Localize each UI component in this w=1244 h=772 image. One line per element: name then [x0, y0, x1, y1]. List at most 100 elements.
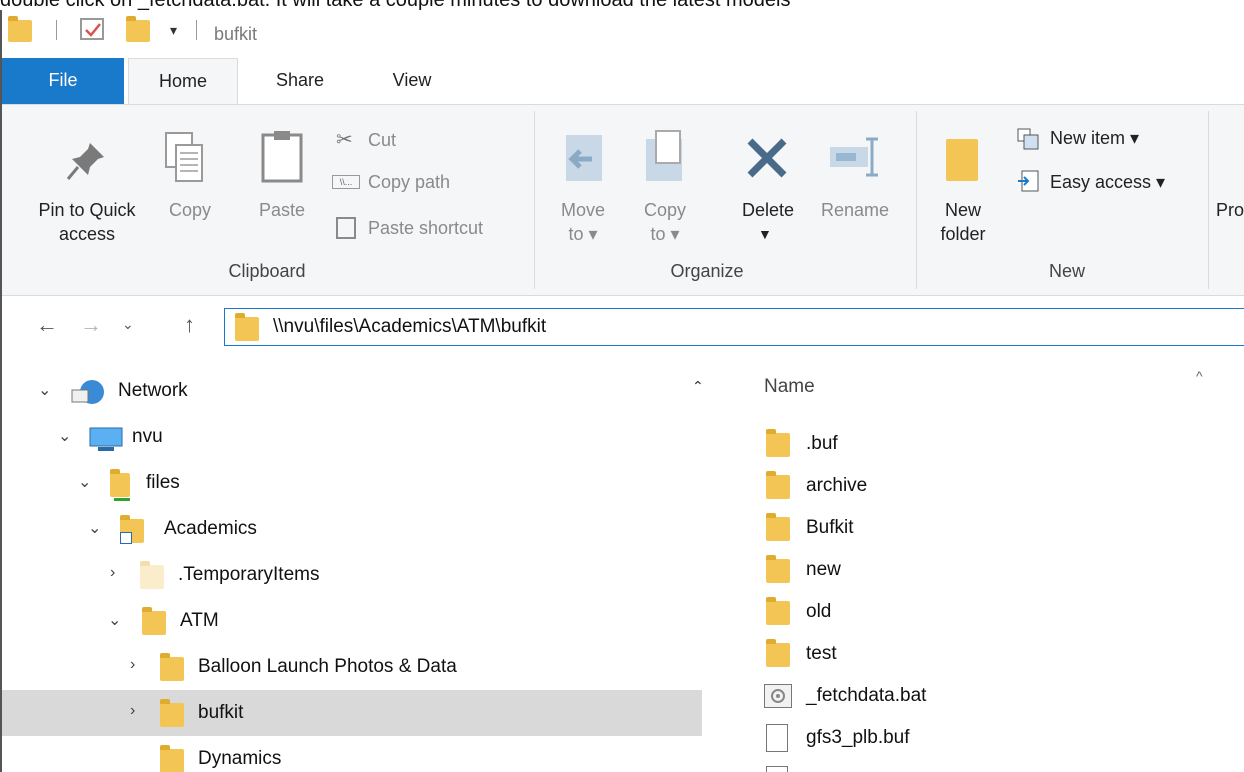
- properties-icon[interactable]: [80, 18, 104, 40]
- file-name: _fetchdata.bat: [806, 685, 927, 706]
- ribbon-tabs: File Home Share View: [2, 58, 1244, 104]
- navigation-pane: ⌃ ⌄ Network ⌄ nvu ⌄ files ⌄ Academics › …: [2, 356, 714, 772]
- address-row: ← → ⌄ ↑ \\nvu\files\Academics\ATM\bufkit: [2, 298, 1244, 356]
- hidden-folder-icon: [140, 561, 164, 589]
- tab-share[interactable]: Share: [260, 58, 340, 104]
- up-arrow-icon[interactable]: ↑: [184, 312, 195, 338]
- file-row[interactable]: _fetchdata.bat: [760, 676, 1240, 718]
- cut-label: Cut: [368, 130, 397, 150]
- folder-icon: [766, 597, 790, 625]
- chevron-down-icon[interactable]: ⌄: [88, 518, 101, 538]
- group-label-organize: Organize: [670, 261, 744, 281]
- pin-icon: [66, 143, 104, 180]
- tree-item-atm[interactable]: ⌄ ATM: [2, 598, 702, 644]
- chevron-down-icon[interactable]: ⌄: [38, 380, 51, 400]
- delete-dropdown-icon[interactable]: ▼: [758, 223, 772, 245]
- paste-label: Paste: [258, 200, 306, 220]
- easy-access-label: Easy access ▾: [1050, 172, 1166, 192]
- file-row[interactable]: .buf: [760, 424, 1240, 466]
- file-list: ^ Name .buf archive Bufkit new old test: [730, 356, 1244, 772]
- paste-icon: [261, 131, 303, 183]
- new-folder-label: New: [944, 200, 981, 220]
- chevron-down-icon[interactable]: ⌄: [108, 610, 121, 630]
- delete-label: Delete: [741, 200, 795, 220]
- folder-icon: [160, 653, 184, 681]
- tree-item-label: ATM: [180, 610, 219, 631]
- divider: [916, 111, 917, 289]
- properties-button[interactable]: Pro: [1216, 199, 1244, 221]
- pin-label: Pin to Quick: [38, 200, 136, 220]
- tree-item-files[interactable]: ⌄ files: [2, 460, 702, 506]
- folder-icon: [160, 699, 184, 727]
- tree-item-label: Network: [118, 380, 188, 401]
- chevron-right-icon[interactable]: ›: [110, 564, 115, 582]
- copy-path-label: Copy path: [368, 172, 451, 192]
- ribbon: Pin to Quick access Copy Paste ✂ Cut \\.…: [2, 104, 1244, 296]
- tree-item-academics[interactable]: ⌄ Academics: [2, 506, 702, 552]
- folder-icon: [766, 639, 790, 667]
- tree-item-label: Academics: [164, 518, 257, 539]
- file-row[interactable]: [760, 760, 1240, 772]
- file-row[interactable]: test: [760, 634, 1240, 676]
- tab-home[interactable]: Home: [128, 58, 238, 104]
- copy-path-icon: \\...: [332, 175, 360, 189]
- file-name: archive: [806, 475, 868, 496]
- file-name: .buf: [806, 433, 838, 454]
- batch-file-icon: [764, 684, 792, 708]
- tree-item-balloon-launch[interactable]: › Balloon Launch Photos & Data: [2, 644, 702, 690]
- tree-item-nvu[interactable]: ⌄ nvu: [2, 414, 702, 460]
- file-row[interactable]: old: [760, 592, 1240, 634]
- computer-icon: [89, 427, 123, 451]
- move-to-label: Move: [560, 200, 605, 220]
- back-arrow-icon[interactable]: ←: [36, 312, 58, 338]
- new-item-label: New item ▾: [1050, 128, 1140, 148]
- shortcut-arrow-icon: [120, 532, 132, 544]
- tree-item-temporaryitems[interactable]: › .TemporaryItems: [2, 552, 702, 598]
- tab-view[interactable]: View: [372, 58, 452, 104]
- file-name: test: [806, 643, 837, 664]
- pin-label: access: [58, 224, 116, 244]
- tab-file[interactable]: File: [2, 58, 124, 104]
- tree-item-label: nvu: [132, 426, 163, 447]
- sort-ascending-icon: ^: [1196, 368, 1203, 384]
- new-folder-icon[interactable]: [126, 16, 150, 42]
- file-row[interactable]: archive: [760, 466, 1240, 508]
- tree-item-dynamics[interactable]: Dynamics: [2, 736, 702, 772]
- tree-item-label: .TemporaryItems: [178, 564, 320, 585]
- file-row[interactable]: gfs3_plb.buf: [760, 718, 1240, 760]
- group-label-new: New: [1048, 261, 1085, 281]
- paste-shortcut-label: Paste shortcut: [368, 218, 484, 238]
- tree-item-bufkit[interactable]: › bufkit: [2, 690, 702, 736]
- folder-icon: [766, 555, 790, 583]
- chevron-down-icon[interactable]: ⌄: [58, 426, 71, 446]
- file-row[interactable]: new: [760, 550, 1240, 592]
- file-name: new: [806, 559, 841, 580]
- title-bar: ▾ bufkit: [2, 10, 1244, 50]
- file-explorer-window: ▾ bufkit File Home Share View Pin to Qui…: [0, 10, 1244, 772]
- chevron-down-icon[interactable]: ⌄: [78, 472, 91, 492]
- folder-icon: [8, 16, 32, 42]
- folder-icon: [766, 513, 790, 541]
- file-row[interactable]: Bufkit: [760, 508, 1240, 550]
- file-icon: [766, 766, 788, 772]
- tree-item-label: bufkit: [198, 702, 244, 723]
- address-bar[interactable]: \\nvu\files\Academics\ATM\bufkit: [224, 308, 1244, 346]
- folder-icon: [766, 471, 790, 499]
- column-header-name[interactable]: Name: [764, 376, 815, 398]
- folder-icon: [142, 607, 166, 635]
- new-folder-label: folder: [940, 224, 986, 244]
- network-icon: [71, 380, 104, 404]
- customize-toolbar-icon[interactable]: ▾: [170, 22, 177, 39]
- rename-icon: [830, 137, 878, 177]
- chevron-right-icon[interactable]: ›: [130, 656, 135, 674]
- tree-item-label: Balloon Launch Photos & Data: [198, 656, 457, 677]
- copy-to-label: to ▾: [650, 224, 680, 244]
- chevron-right-icon[interactable]: ›: [130, 702, 135, 720]
- file-name: old: [806, 601, 832, 622]
- folder-icon: [160, 745, 184, 772]
- tree-item-network[interactable]: ⌄ Network: [2, 368, 702, 414]
- address-path: \\nvu\files\Academics\ATM\bufkit: [273, 316, 547, 337]
- forward-arrow-icon[interactable]: →: [80, 312, 102, 338]
- recent-locations-chevron-icon[interactable]: ⌄: [122, 316, 134, 333]
- delete-icon: [747, 138, 787, 178]
